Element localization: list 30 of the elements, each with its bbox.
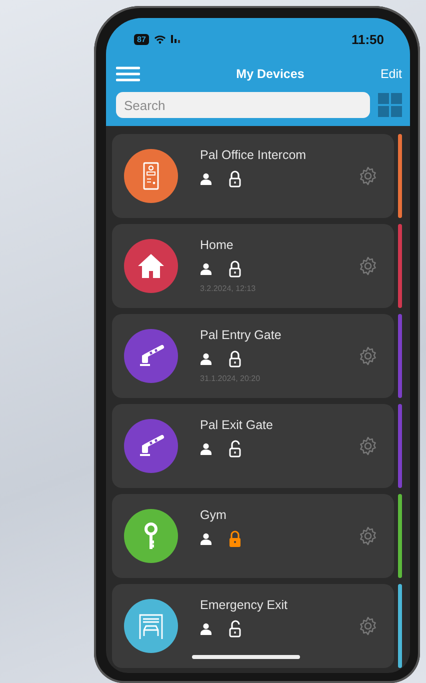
settings-icon[interactable] — [358, 526, 378, 546]
person-icon — [200, 623, 212, 635]
person-icon — [200, 353, 212, 365]
device-name: Gym — [200, 508, 228, 522]
device-name: Home — [200, 238, 234, 252]
person-icon — [200, 443, 212, 455]
device-name: Emergency Exit — [200, 598, 289, 612]
status-time: 11:50 — [351, 32, 384, 46]
device-card[interactable]: Gym — [112, 494, 394, 578]
person-icon — [200, 533, 212, 545]
settings-icon[interactable] — [358, 166, 378, 186]
battery-indicator: 87 — [134, 34, 149, 44]
settings-icon[interactable] — [358, 436, 378, 456]
wifi-icon — [154, 34, 166, 44]
grid-view-icon[interactable] — [378, 93, 402, 117]
device-name: Pal Exit Gate — [200, 418, 274, 432]
device-card[interactable]: Pal Office Intercom — [112, 134, 394, 218]
signal-icon — [170, 35, 183, 43]
menu-icon[interactable] — [116, 66, 140, 82]
device-name: Pal Entry Gate — [200, 328, 282, 342]
settings-icon[interactable] — [358, 346, 378, 366]
device-card[interactable]: Pal Exit Gate — [112, 404, 394, 488]
device-name: Pal Office Intercom — [200, 148, 308, 162]
person-icon — [200, 263, 212, 275]
screen-title: My Devices — [236, 67, 304, 81]
settings-icon[interactable] — [358, 616, 378, 636]
device-card[interactable]: Emergency Exit — [112, 584, 394, 668]
settings-icon[interactable] — [358, 256, 378, 276]
search-field[interactable]: Search — [116, 92, 370, 118]
person-icon — [200, 173, 212, 185]
